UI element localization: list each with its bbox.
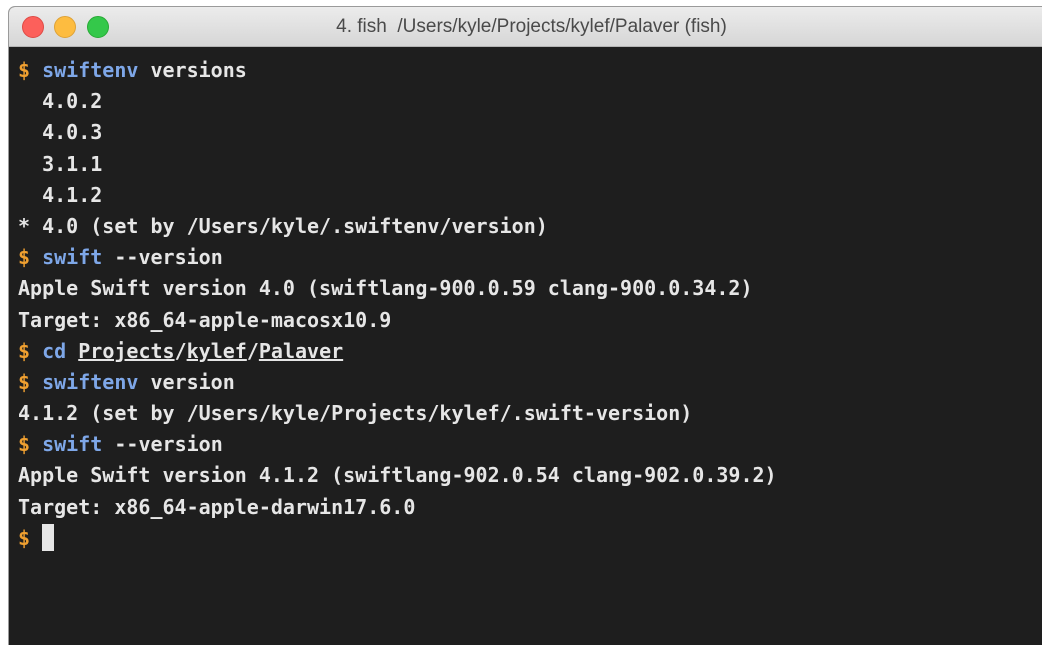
- output-text: Target: x86_64-apple-darwin17.6.0: [18, 494, 416, 519]
- version-entry: 3.1.1: [42, 151, 103, 176]
- output-text: Apple Swift version 4.0 (swiftlang-900.0…: [18, 276, 753, 301]
- command-name: swift: [42, 245, 103, 270]
- command-args: version: [150, 369, 235, 394]
- prompt-symbol: $: [18, 525, 31, 550]
- terminal-line: * 4.0 (set by /Users/kyle/.swiftenv/vers…: [18, 211, 1042, 242]
- terminal-line: Apple Swift version 4.1.2 (swiftlang-902…: [18, 460, 1042, 491]
- terminal-line: Target: x86_64-apple-macosx10.9: [18, 305, 1042, 336]
- current-version: * 4.0 (set by /Users/kyle/.swiftenv/vers…: [18, 213, 548, 238]
- path-segment[interactable]: Palaver: [259, 339, 343, 363]
- terminal-line: 3.1.1: [18, 149, 1042, 180]
- terminal-line: $ swiftenv versions: [18, 55, 1042, 86]
- terminal-output[interactable]: $ swiftenv versions 4.0.2 4.0.3 3.1.1 4.…: [18, 55, 1042, 554]
- output-text: Apple Swift version 4.1.2 (swiftlang-902…: [18, 463, 777, 488]
- command-args: versions: [150, 58, 247, 82]
- text-cursor: [42, 524, 55, 552]
- path-separator: /: [246, 338, 259, 363]
- path-segment[interactable]: kylef: [187, 339, 247, 363]
- prompt-symbol: $: [18, 432, 31, 457]
- terminal-line: $ cd Projects/kylef/Palaver: [18, 336, 1042, 367]
- command-name: swiftenv: [42, 369, 139, 394]
- output-text: 4.1.2 (set by /Users/kyle/Projects/kylef…: [18, 401, 693, 426]
- command-name: swiftenv: [42, 58, 139, 82]
- terminal-line: Target: x86_64-apple-darwin17.6.0: [18, 492, 1042, 523]
- terminal-line: 4.0.3: [18, 117, 1042, 148]
- version-entry: 4.0.3: [42, 120, 103, 145]
- terminal-line: 4.0.2: [18, 86, 1042, 117]
- output-text: Target: x86_64-apple-macosx10.9: [18, 307, 392, 332]
- terminal-line: 4.1.2 (set by /Users/kyle/Projects/kylef…: [18, 398, 1042, 429]
- version-entry: 4.0.2: [42, 89, 103, 114]
- command-args: --version: [114, 245, 223, 270]
- path-segment[interactable]: Projects: [78, 339, 174, 363]
- version-entry: 4.1.2: [42, 182, 103, 207]
- terminal-line: 4.1.2: [18, 180, 1042, 211]
- prompt-symbol: $: [18, 245, 31, 270]
- command-name: cd: [42, 338, 67, 363]
- terminal-window: 4. fish /Users/kyle/Projects/kylef/Palav…: [8, 6, 1042, 645]
- prompt-symbol: $: [18, 369, 31, 394]
- command-name: swift: [42, 432, 103, 457]
- terminal-line: $ swiftenv version: [18, 367, 1042, 398]
- title-bar[interactable]: 4. fish /Users/kyle/Projects/kylef/Palav…: [9, 7, 1042, 47]
- terminal-line: Apple Swift version 4.0 (swiftlang-900.0…: [18, 273, 1042, 304]
- path-separator: /: [174, 338, 187, 363]
- prompt-symbol: $: [18, 338, 31, 363]
- command-args: --version: [114, 432, 223, 457]
- window-title: 4. fish /Users/kyle/Projects/kylef/Palav…: [336, 16, 727, 37]
- prompt-symbol: $: [18, 58, 31, 82]
- terminal-line: $ swift --version: [18, 242, 1042, 273]
- terminal-line[interactable]: $: [18, 523, 1042, 554]
- terminal-line: $ swift --version: [18, 429, 1042, 460]
